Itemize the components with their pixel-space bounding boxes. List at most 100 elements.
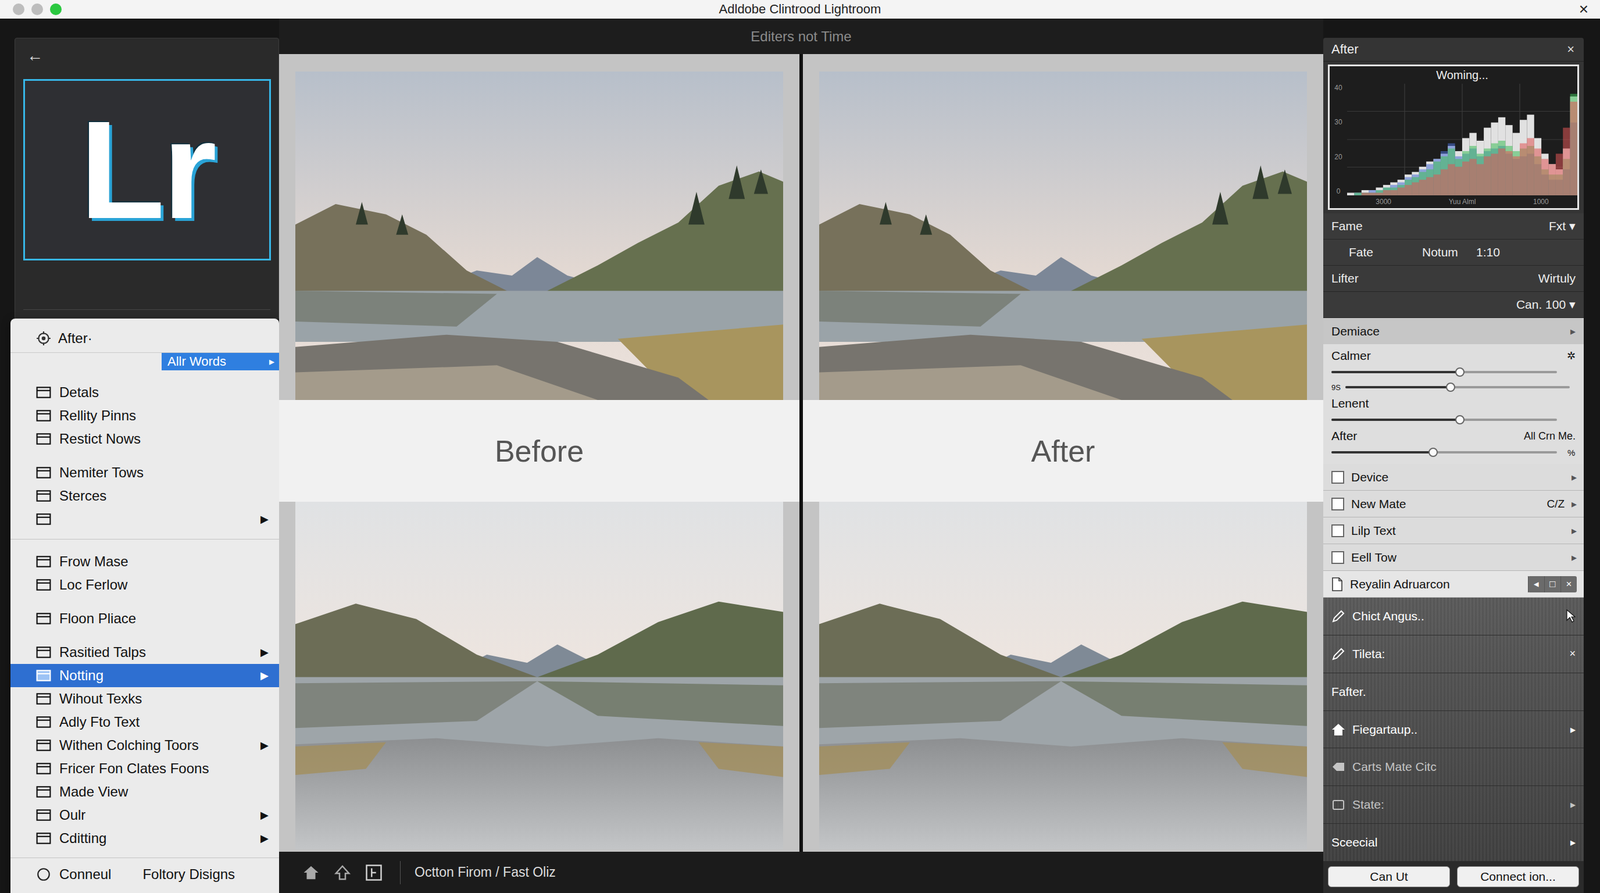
submenu-row: Allr Words ▸ bbox=[10, 352, 280, 371]
menu-item[interactable]: Loc Ferlow bbox=[10, 573, 280, 597]
tool-label: Fiegartaup.. bbox=[1352, 722, 1564, 737]
control-button[interactable]: □ bbox=[1544, 576, 1561, 593]
slider-track[interactable] bbox=[1331, 418, 1557, 421]
menu-item[interactable]: Floon Pliace bbox=[10, 606, 280, 631]
panel-list-item[interactable]: Reyalin Adruarcon ◂□× bbox=[1323, 570, 1584, 598]
info-row[interactable]: FameFxt ▾ bbox=[1323, 213, 1584, 240]
tool-item[interactable]: Chict Angus.. bbox=[1323, 597, 1584, 636]
close-light[interactable] bbox=[12, 3, 25, 16]
control-button[interactable]: × bbox=[1560, 576, 1577, 593]
tool-item[interactable]: State: ▸ bbox=[1323, 786, 1584, 824]
section-header[interactable]: Demiace ▸ bbox=[1323, 318, 1584, 345]
checkbox[interactable] bbox=[1331, 497, 1345, 511]
list-item-label: Lilp Text bbox=[1351, 523, 1558, 538]
window-icon bbox=[36, 715, 52, 729]
up-arrow-icon[interactable] bbox=[333, 863, 352, 882]
panel-close-button[interactable]: × bbox=[1565, 41, 1576, 57]
slider-track[interactable] bbox=[1331, 370, 1557, 374]
submenu-arrow: ▸ bbox=[269, 355, 275, 369]
panel-button[interactable]: Can Ut bbox=[1327, 866, 1450, 888]
panel-button[interactable]: Connect ion... bbox=[1456, 866, 1580, 888]
submenu-item[interactable]: Allr Words ▸ bbox=[161, 352, 280, 371]
menu-item[interactable]: Cditting ▶ bbox=[10, 826, 280, 850]
menu-item[interactable]: Withen Colching Toors ▶ bbox=[10, 733, 280, 757]
panel-list-item[interactable]: Device ▸ bbox=[1323, 463, 1584, 491]
menu-item-label: Adly Fto Text bbox=[59, 713, 261, 731]
back-button[interactable]: ← bbox=[23, 44, 47, 68]
histogram-bar bbox=[1548, 163, 1556, 196]
bottom-bar: Octton Firom / Fast Oliz bbox=[279, 851, 1324, 893]
menu-item[interactable]: Restict Nows bbox=[10, 427, 280, 451]
menu-item[interactable]: Made View bbox=[10, 780, 280, 804]
tool-trail: ▸ bbox=[1570, 798, 1576, 812]
menu-item-label: Rasitied Talps bbox=[59, 644, 253, 661]
panel-list-item[interactable]: Lilp Text ▸ bbox=[1323, 517, 1584, 545]
zoom-light[interactable] bbox=[50, 3, 62, 16]
window-icon bbox=[36, 612, 52, 625]
slider-row: After All Crn Me. % bbox=[1331, 429, 1576, 459]
checkbox[interactable] bbox=[1331, 470, 1345, 484]
histogram-bar bbox=[1411, 172, 1419, 196]
checkbox[interactable] bbox=[1331, 524, 1345, 538]
menu-item[interactable]: Adly Fto Text bbox=[10, 710, 280, 734]
menu-item[interactable]: Oulr ▶ bbox=[10, 803, 280, 827]
histogram-bar bbox=[1440, 153, 1448, 196]
menu-item[interactable]: Sterces bbox=[10, 484, 280, 508]
slider-track[interactable] bbox=[1331, 451, 1557, 454]
slider-track[interactable] bbox=[1345, 386, 1570, 389]
close-button[interactable]: × bbox=[1575, 1, 1592, 18]
info-row[interactable]: LifterWirtuly bbox=[1323, 265, 1584, 292]
panel-title: After bbox=[1331, 41, 1359, 57]
menu-item[interactable]: Fricer Fon Clates Foons bbox=[10, 756, 280, 781]
slider-thumb[interactable] bbox=[1455, 415, 1465, 425]
menu-item[interactable]: Detals bbox=[10, 380, 280, 405]
menu-item[interactable]: Wihout Texks bbox=[10, 687, 280, 711]
menu-item[interactable]: ▶ bbox=[10, 507, 280, 531]
footer-option[interactable]: Foltory Disigns bbox=[142, 866, 235, 883]
shortcut: C/Z bbox=[1546, 497, 1565, 511]
control-button[interactable]: ◂ bbox=[1527, 576, 1545, 593]
tool-item[interactable]: Fiegartaup.. ▸ bbox=[1323, 711, 1584, 749]
menu-item[interactable]: Notting ▶ bbox=[10, 663, 280, 688]
histogram-bar bbox=[1498, 145, 1506, 196]
histogram-bar bbox=[1361, 193, 1369, 196]
panel-list-item[interactable]: Eell Tow ▸ bbox=[1323, 544, 1584, 571]
histogram-bar bbox=[1570, 101, 1578, 196]
slider-line bbox=[1331, 366, 1576, 378]
menu-item[interactable]: Rellity Pinns bbox=[10, 404, 280, 428]
submenu-arrow: ▶ bbox=[260, 645, 269, 659]
slider-thumb[interactable] bbox=[1445, 382, 1456, 392]
menu-header[interactable]: After· bbox=[10, 324, 280, 353]
tool-item[interactable]: Sceecial ▸ bbox=[1323, 823, 1584, 862]
slider-thumb[interactable] bbox=[1455, 367, 1465, 377]
bar-separator bbox=[400, 861, 401, 885]
info-row[interactable]: FateNotum1:10 bbox=[1323, 239, 1584, 266]
circle-icon bbox=[36, 866, 52, 882]
menu-item[interactable]: Nemiter Tows bbox=[10, 461, 280, 485]
histogram-bar bbox=[1505, 151, 1513, 196]
home-icon[interactable] bbox=[302, 863, 320, 882]
footer-option[interactable]: Conneul bbox=[59, 866, 112, 883]
tool-trail: ▸ bbox=[1570, 723, 1576, 737]
tool-item[interactable]: Fafter. bbox=[1323, 673, 1584, 712]
app-logo: Lr bbox=[23, 79, 271, 261]
frame-icon[interactable] bbox=[365, 863, 383, 882]
submenu-arrow: ▶ bbox=[260, 831, 269, 845]
info-row[interactable]: Can. 100 ▾ bbox=[1323, 291, 1584, 319]
checkbox[interactable] bbox=[1331, 551, 1345, 564]
tool-item[interactable]: Tileta: × bbox=[1323, 635, 1584, 674]
info-cell: Wirtuly bbox=[1538, 271, 1576, 286]
panel-list-item[interactable]: New Mate C/Z ▸ bbox=[1323, 490, 1584, 518]
list-item-label: Device bbox=[1351, 470, 1558, 485]
histogram-bar bbox=[1361, 193, 1369, 196]
histogram: Woming... 4030200 3000Yuu Alml1000 bbox=[1327, 64, 1580, 210]
tool-trail: ▸ bbox=[1570, 836, 1576, 849]
menu-header-label: After· bbox=[58, 330, 93, 347]
menu-item[interactable]: Rasitied Talps ▶ bbox=[10, 640, 280, 664]
minimize-light[interactable] bbox=[31, 3, 44, 16]
menu-item[interactable]: Frow Mase bbox=[10, 550, 280, 574]
box-icon bbox=[1331, 797, 1346, 812]
slider-thumb[interactable] bbox=[1428, 447, 1438, 457]
tool-item[interactable]: Carts Mate Citc bbox=[1323, 748, 1584, 787]
histogram-bar bbox=[1419, 169, 1427, 196]
